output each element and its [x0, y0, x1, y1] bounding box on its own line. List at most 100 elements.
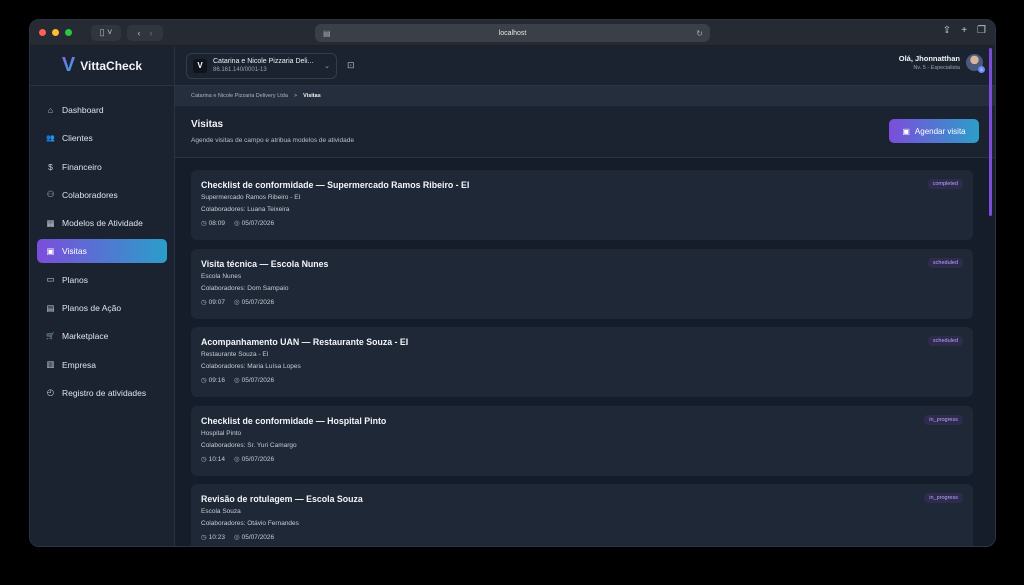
building-icon: ▥ — [46, 359, 55, 370]
breadcrumb-separator: > — [293, 93, 298, 99]
location-icon: ◎ — [233, 455, 240, 463]
status-badge: in_progress — [924, 493, 963, 503]
browser-window: ▯ ˅ ‹ › ▤ localhost ↻ ⇪ + ❐ V VittaCheck… — [29, 19, 996, 547]
breadcrumb-parent[interactable]: Catarina e Nicole Pizzaria Delivery Ltda — [191, 93, 288, 99]
visit-time-value: 10:14 — [208, 455, 225, 463]
sidebar-item-planos[interactable]: ▭ Planos — [37, 268, 167, 292]
calendar-icon: ▣ — [46, 245, 55, 256]
status-badge: in_progress — [924, 414, 963, 425]
visit-time: ◷ 10:23 — [201, 533, 225, 541]
visit-date: ◎ 05/07/2026 — [234, 376, 274, 384]
page-settings-icon[interactable]: ▤ — [323, 29, 331, 38]
sidebar-item-financeiro[interactable]: $ Financeiro — [37, 155, 167, 179]
tab-overview-icon[interactable]: ❐ — [977, 25, 986, 36]
minimize-window-button[interactable] — [52, 29, 59, 36]
company-selector[interactable]: V Catarina e Nicole Pizzaria Deli... 86.… — [186, 52, 337, 79]
visit-time: ◷ 10:14 — [201, 455, 225, 463]
users-icon: 👥 — [46, 135, 55, 143]
back-arrow-icon[interactable]: ‹ — [138, 28, 141, 38]
share-icon[interactable]: ⇪ — [943, 25, 951, 36]
sidebar-toggle-button[interactable]: ▯ ˅ — [91, 24, 121, 41]
visit-card[interactable]: Visita técnica — Escola Nunes Escola Nun… — [191, 248, 973, 319]
visit-time-value: 09:07 — [208, 298, 225, 306]
visit-client: Escola Nunes — [201, 272, 242, 280]
brand-logo[interactable]: V VittaCheck — [30, 46, 174, 86]
visit-time-value: 09:16 — [208, 377, 225, 384]
visit-collaborators: Colaboradores: Luana Teixeira — [201, 206, 290, 213]
card-icon: ▭ — [46, 274, 55, 285]
sidebar-item-label: Empresa — [62, 359, 97, 370]
page-title: Visitas — [191, 119, 224, 130]
company-cnpj: 86.161.140/0001-13 — [213, 67, 267, 73]
user-level: Nv. 5 - Especialista — [913, 65, 960, 71]
avatar[interactable]: 5 — [966, 54, 985, 73]
visit-card[interactable]: Revisão de rotulagem — Escola Souza Esco… — [191, 484, 973, 546]
status-badge: scheduled — [927, 336, 963, 346]
user-menu[interactable]: Olá, Jhonnatthan Nv. 5 - Especialista 5 — [899, 54, 985, 73]
visit-card[interactable]: Checklist de conformidade — Hospital Pin… — [191, 405, 973, 476]
visit-meta: ◷ 09:16 ◎ 05/07/2026 — [201, 376, 963, 384]
template-icon: ▦ — [46, 217, 55, 228]
visit-client: Supermercado Ramos Ribeiro - EI — [201, 194, 301, 201]
user-info: Olá, Jhonnatthan Nv. 5 - Especialista — [899, 54, 960, 71]
sidebar-item-label: Visitas — [62, 246, 87, 257]
visit-time: ◷ 09:16 — [201, 376, 225, 384]
location-icon: ◎ — [233, 534, 240, 541]
forward-arrow-icon[interactable]: › — [150, 28, 153, 38]
dollar-icon: $ — [48, 161, 53, 172]
sidebar-item-label: Financeiro — [62, 161, 102, 172]
sidebar-nav: ⌂ Dashboard 👥 Clientes $ Financeiro ⚇ Colabo… — [30, 86, 174, 405]
company-name: Catarina e Nicole Pizzaria Deli... — [213, 58, 314, 65]
sidebar-item-label: Registro de atividades — [62, 387, 147, 398]
brand-name: VittaCheck — [80, 58, 143, 73]
visit-collaborators: Colaboradores: Dom Sampaio — [201, 284, 289, 292]
visit-client: Hospital Pinto — [201, 429, 242, 437]
visit-time-value: 10:23 — [208, 534, 225, 541]
sidebar-item-clientes[interactable]: 👥 Clientes — [37, 126, 167, 150]
address-bar[interactable]: ▤ localhost ↻ — [315, 24, 710, 42]
reload-icon[interactable]: ↻ — [696, 29, 703, 38]
sidebar-item-empresa[interactable]: ▥ Empresa — [37, 353, 167, 377]
visit-meta: ◷ 09:07 ◎ 05/07/2026 — [201, 298, 963, 306]
visit-date-value: 05/07/2026 — [241, 534, 275, 541]
clipboard-icon: ▤ — [46, 302, 55, 313]
visit-title: Acompanhamento UAN — Restaurante Souza -… — [201, 337, 409, 347]
browser-titlebar: ▯ ˅ ‹ › ▤ localhost ↻ ⇪ + ❐ — [30, 20, 995, 46]
sidebar-item-visitas[interactable]: ▣ Visitas — [37, 239, 167, 264]
visit-client: Escola Souza — [201, 508, 241, 515]
new-tab-icon[interactable]: + — [961, 25, 967, 36]
sidebar-item-label: Planos de Ação — [62, 303, 122, 314]
schedule-visit-button[interactable]: ▣ Agendar visita — [889, 119, 979, 143]
home-icon: ⌂ — [47, 105, 54, 115]
sidebar-item-marketplace[interactable]: 🛒 Marketplace — [37, 324, 167, 348]
sidebar-item-registro-de-atividades[interactable]: ◴ Registro de atividades — [37, 381, 167, 405]
address-text: localhost — [498, 29, 527, 37]
scrollbar-thumb[interactable] — [989, 48, 992, 216]
clock-icon: ◷ — [201, 220, 207, 227]
clock-icon: ◷ — [201, 377, 207, 384]
visit-meta: ◷ 10:14 ◎ 05/07/2026 — [201, 455, 963, 463]
visit-client: Restaurante Souza - EI — [201, 351, 269, 358]
visit-card[interactable]: Checklist de conformidade — Supermercado… — [191, 170, 973, 240]
visit-date: ◎ 05/07/2026 — [234, 455, 274, 463]
sidebar-item-modelos-de-atividade[interactable]: ▦ Modelos de Atividade — [37, 211, 167, 235]
browser-toolbar-right: ⇪ + ❐ — [943, 25, 986, 36]
visit-title: Visita técnica — Escola Nunes — [201, 258, 329, 269]
breadcrumb-current: Visitas — [303, 93, 321, 99]
briefcase-icon[interactable]: ⊡ — [347, 60, 355, 71]
scrollbar[interactable] — [989, 46, 993, 546]
sidebar-item-dashboard[interactable]: ⌂ Dashboard — [37, 98, 167, 122]
visit-card[interactable]: Acompanhamento UAN — Restaurante Souza -… — [191, 327, 973, 397]
maximize-window-button[interactable] — [65, 29, 72, 36]
schedule-visit-label: Agendar visita — [914, 126, 966, 136]
status-badge: completed — [927, 179, 963, 189]
sidebar-item-label: Dashboard — [62, 105, 104, 115]
close-window-button[interactable] — [39, 29, 46, 36]
brand-mark-icon: V — [61, 54, 76, 76]
sidebar-item-colaboradores[interactable]: ⚇ Colaboradores — [37, 183, 167, 207]
sidebar-item-label: Colaboradores — [62, 189, 118, 200]
visits-list: Checklist de conformidade — Supermercado… — [175, 158, 995, 546]
window-controls — [39, 29, 72, 36]
sidebar-item-planos-de-acao[interactable]: ▤ Planos de Ação — [37, 296, 167, 320]
visit-date-value: 05/07/2026 — [241, 298, 275, 306]
